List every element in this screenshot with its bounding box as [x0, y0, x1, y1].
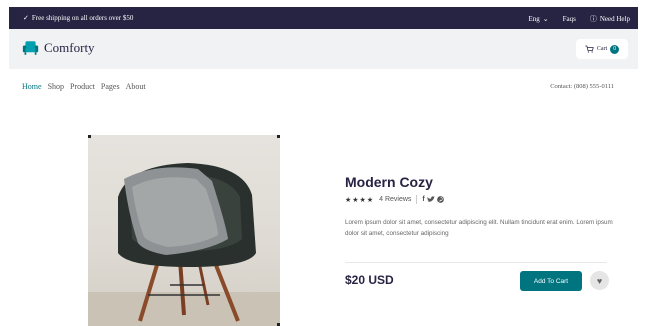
chevron-down-icon: ⌄ — [542, 15, 549, 23]
nav-item-about[interactable]: About — [126, 82, 146, 91]
language-label: Eng — [528, 15, 540, 23]
review-count[interactable]: 4 Reviews — [379, 196, 411, 203]
need-help-label: Need Help — [599, 15, 630, 23]
nav-item-home[interactable]: Home — [22, 82, 42, 91]
cart-icon — [585, 45, 594, 53]
faqs-link[interactable]: Faqs — [563, 15, 576, 23]
twitter-icon[interactable] — [426, 196, 435, 203]
nav-item-pages[interactable]: Pages — [101, 82, 120, 91]
check-icon: ✓ — [23, 14, 29, 22]
product-title: Modern Cozy — [345, 174, 433, 190]
image-corner — [88, 135, 91, 138]
divider — [416, 195, 418, 204]
main-nav: Home Shop Product Pages About — [22, 82, 146, 91]
product-description: Lorem ipsum dolor sit amet, consectetur … — [345, 219, 613, 237]
wishlist-button[interactable]: ♥ — [590, 271, 609, 290]
nav-item-product[interactable]: Product — [70, 82, 95, 91]
brand-name: Comforty — [44, 40, 95, 55]
product-rating: ★★★★ 4 Reviews f — [345, 195, 444, 204]
need-help-link[interactable]: ⓘ Need Help — [590, 14, 630, 24]
promo-text: Free shipping on all orders over $50 — [31, 14, 134, 22]
cart-count-badge: 0 — [610, 44, 620, 54]
share-links: f — [422, 196, 444, 203]
armchair-logo-icon — [22, 41, 39, 55]
info-icon: ⓘ — [589, 15, 597, 23]
cart-button[interactable]: Cart 0 — [576, 39, 628, 59]
cart-label: Cart — [596, 46, 608, 52]
heart-icon: ♥ — [596, 275, 603, 286]
star-rating-icon: ★★★★ — [345, 196, 375, 204]
divider — [345, 262, 607, 263]
chair-illustration — [118, 163, 256, 322]
product-image — [88, 135, 280, 326]
add-to-cart-button[interactable]: Add To Cart — [520, 271, 582, 291]
nav-item-shop[interactable]: Shop — [48, 82, 64, 91]
facebook-icon[interactable]: f — [422, 196, 424, 203]
contact-info: Contact: (808) 555-0111 — [550, 83, 614, 90]
language-select[interactable]: Eng ⌄ — [528, 15, 548, 23]
image-corner — [277, 135, 280, 138]
promo-message: ✓ Free shipping on all orders over $50 — [23, 14, 133, 22]
pinterest-icon[interactable] — [436, 196, 444, 203]
top-announcement-bar: ✓ Free shipping on all orders over $50 E… — [9, 7, 638, 29]
brand-logo[interactable]: Comforty — [22, 40, 95, 56]
product-price: $20 USD — [345, 273, 394, 287]
site-header: Comforty Cart 0 — [9, 29, 638, 69]
